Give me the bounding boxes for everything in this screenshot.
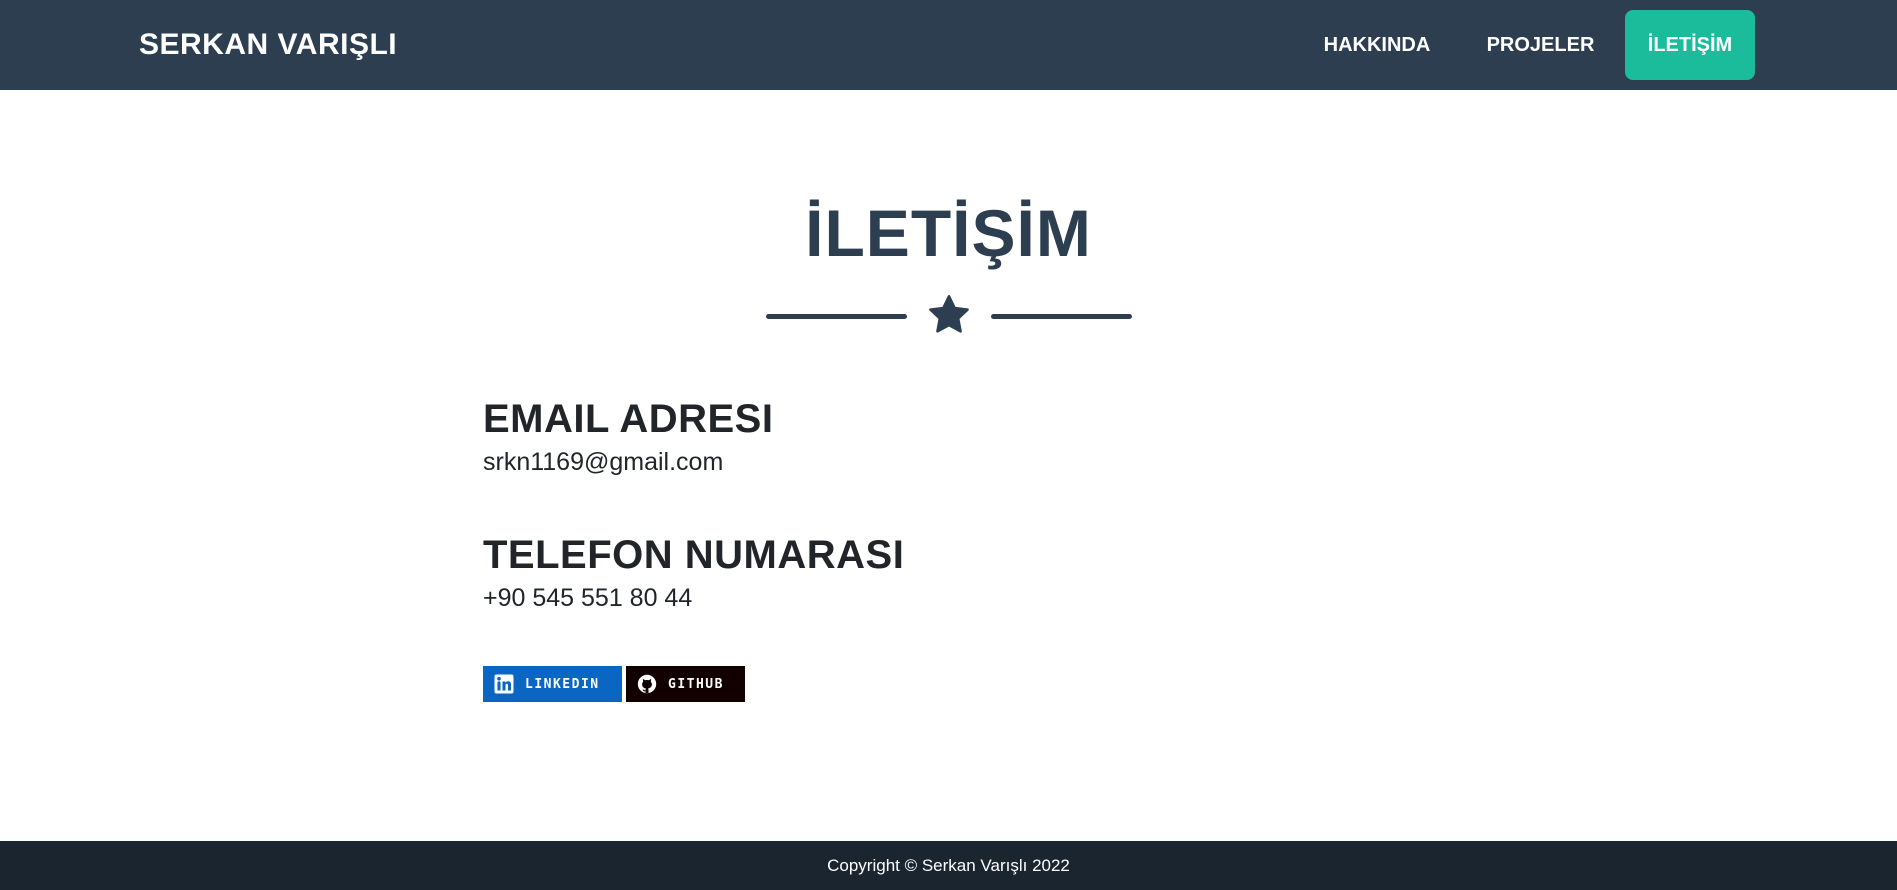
phone-heading: TELEFON NUMARASI	[483, 533, 905, 577]
nav-link-iletisim-active[interactable]: İLETİŞİM	[1625, 10, 1755, 80]
github-icon	[637, 674, 657, 694]
nav-link-projeler[interactable]: PROJELER	[1470, 10, 1611, 80]
linkedin-badge[interactable]: LINKEDIN	[483, 666, 622, 702]
divider-line-left	[766, 314, 907, 319]
star-icon	[929, 295, 969, 333]
footer: Copyright © Serkan Varışlı 2022	[0, 841, 1897, 890]
nav-link-hakkinda[interactable]: HAKKINDA	[1305, 10, 1449, 80]
copyright-text: Copyright © Serkan Varışlı 2022	[827, 856, 1070, 875]
page-title: İLETİŞİM	[805, 196, 1092, 270]
linkedin-icon	[494, 674, 514, 694]
github-badge[interactable]: GITHUB	[626, 666, 745, 702]
github-label: GITHUB	[668, 676, 724, 692]
phone-value: +90 545 551 80 44	[483, 584, 693, 612]
title-divider	[766, 292, 1132, 340]
brand-link[interactable]: SERKAN VARIŞLI	[139, 26, 397, 64]
email-value: srkn1169@gmail.com	[483, 448, 724, 476]
navbar: SERKAN VARIŞLI HAKKINDA PROJELER İLETİŞİ…	[0, 0, 1897, 90]
divider-line-right	[991, 314, 1132, 319]
email-heading: EMAIL ADRESI	[483, 397, 774, 441]
linkedin-label: LINKEDIN	[525, 676, 600, 692]
